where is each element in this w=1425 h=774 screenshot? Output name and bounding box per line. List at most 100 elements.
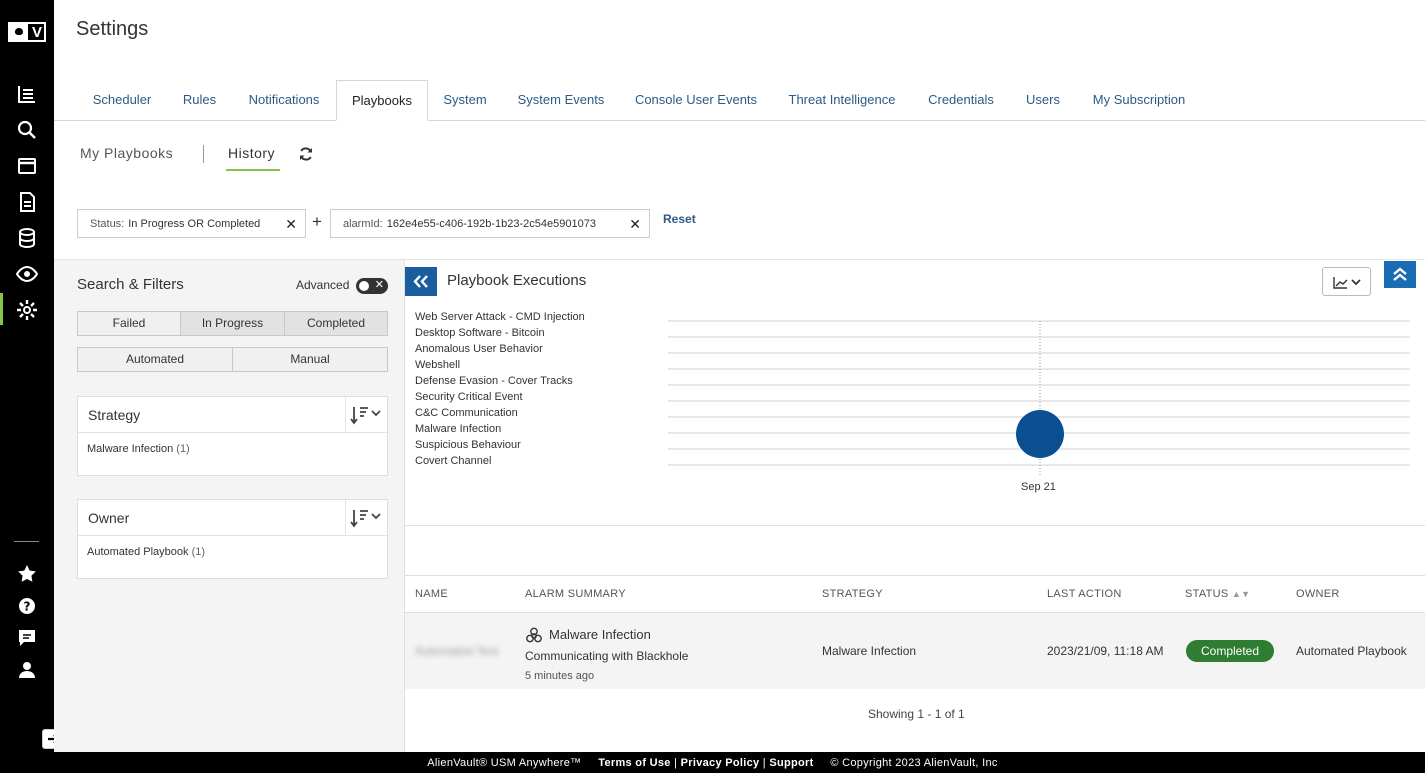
svg-text:?: ? [24,600,31,614]
remove-filter-icon[interactable]: ✕ [629,216,641,233]
tab-threat-intelligence[interactable]: Threat Intelligence [782,80,902,121]
filter-in-progress-button[interactable]: In Progress [180,311,285,336]
chart-plot [668,320,1410,475]
y-tick-label: Suspicious Behaviour [415,439,521,451]
owner-item[interactable]: Automated Playbook (1) [78,536,387,568]
window-icon[interactable] [15,154,39,178]
search-filters-title: Search & Filters [77,276,184,293]
status-badge: Completed [1186,640,1274,662]
tab-playbooks[interactable]: Playbooks [336,80,428,121]
tab-system-events[interactable]: System Events [512,80,610,121]
x-tick-label: Sep 21 [1021,481,1056,493]
subtab-history[interactable]: History [228,145,275,161]
filter-chip-status: Status: In Progress OR Completed ✕ [77,209,306,238]
table-header: NAME ALARM SUMMARY STRATEGY LAST ACTION … [405,575,1425,613]
owner-item-count: (1) [191,546,206,558]
star-icon[interactable] [15,562,39,586]
filter-failed-button[interactable]: Failed [77,311,181,336]
y-tick-label: Defense Evasion - Cover Tracks [415,375,573,387]
add-filter-button[interactable]: + [312,212,322,232]
owner-item-label: Automated Playbook [87,546,189,558]
alarm-subtitle: Communicating with Blackhole [525,649,689,663]
tab-notifications[interactable]: Notifications [240,80,328,121]
advanced-toggle[interactable] [356,278,388,294]
left-nav-rail: V ? [0,0,54,752]
sort-dropdown-icon[interactable] [345,397,387,433]
history-active-underline [226,169,280,171]
col-last-action[interactable]: LAST ACTION [1047,588,1122,600]
alarm-time: 5 minutes ago [525,670,595,682]
data-point[interactable] [1016,410,1064,458]
col-alarm-summary[interactable]: ALARM SUMMARY [525,588,626,600]
footer-sep: | [762,757,766,769]
filter-chip-alarmid: alarmId: 162e4e55-c406-192b-1b23-2c54e59… [330,209,650,238]
strategy-item-label: Malware Infection [87,443,174,455]
gear-icon[interactable] [15,298,39,322]
y-tick-label: Desktop Software - Bitcoin [415,327,545,339]
reset-link[interactable]: Reset [663,212,696,226]
chart-y-labels: Web Server Attack - CMD Injection Deskto… [415,309,585,469]
strategy-title: Strategy [88,407,141,423]
tab-credentials[interactable]: Credentials [922,80,1000,121]
alarm-title[interactable]: Malware Infection [549,627,651,642]
y-tick-label: Anomalous User Behavior [415,343,543,355]
chip-key: Status: [90,217,125,230]
footer-copyright: © Copyright 2023 AlienVault, Inc [830,757,998,769]
filter-manual-button[interactable]: Manual [232,347,388,372]
footer: AlienVault® USM Anywhere™ Terms of Use |… [0,752,1425,773]
divider [405,525,1425,526]
y-tick-label: Security Critical Event [415,391,523,403]
tab-system[interactable]: System [438,80,492,121]
row-owner: Automated Playbook [1296,644,1407,658]
settings-tabs: Scheduler Rules Notifications Playbooks … [54,80,1425,121]
row-last-action: 2023/21/09, 11:18 AM [1047,644,1164,658]
row-name[interactable]: Automated Test [415,644,498,658]
database-icon[interactable] [15,226,39,250]
sort-dropdown-icon[interactable] [345,500,387,536]
remove-filter-icon[interactable]: ✕ [285,216,297,233]
strategy-panel: Strategy Malware Infection (1) [77,396,388,476]
col-strategy[interactable]: STRATEGY [822,588,883,600]
tab-rules[interactable]: Rules [172,80,227,121]
chart-title: Playbook Executions [447,272,587,289]
advanced-label: Advanced [296,278,350,292]
owner-panel: Owner Automated Playbook (1) [77,499,388,579]
dashboard-icon[interactable] [15,82,39,106]
filter-automated-button[interactable]: Automated [77,347,233,372]
col-owner[interactable]: OWNER [1296,588,1340,600]
alienvault-logo[interactable]: V [8,22,46,42]
col-name[interactable]: NAME [415,588,448,600]
chart-type-dropdown[interactable] [1322,267,1371,296]
support-link[interactable]: Support [769,757,813,769]
strategy-item[interactable]: Malware Infection (1) [78,433,387,465]
privacy-link[interactable]: Privacy Policy [681,757,760,769]
search-icon[interactable] [15,118,39,142]
sort-icon: ▲▼ [1231,589,1251,599]
collapse-sidebar-button[interactable] [405,267,437,296]
logo-text: V [32,23,43,41]
user-icon[interactable] [15,658,39,682]
strategy-item-count: (1) [176,443,190,455]
chip-value: 162e4e55-c406-192b-1b23-2c54e5901073 [386,217,596,230]
alien-logo-icon [10,24,28,40]
tab-scheduler[interactable]: Scheduler [78,80,166,121]
refresh-icon[interactable] [298,146,314,162]
chat-icon[interactable] [15,626,39,650]
active-indicator [0,293,3,325]
footer-sep: | [674,757,678,769]
col-status[interactable]: STATUS ▲▼ [1185,588,1250,600]
help-icon[interactable]: ? [15,594,39,618]
document-icon[interactable] [15,190,39,214]
subtab-my-playbooks[interactable]: My Playbooks [80,145,173,161]
tab-users[interactable]: Users [1020,80,1066,121]
chip-value: In Progress OR Completed [128,217,261,230]
y-tick-label: Covert Channel [415,455,492,467]
eye-icon[interactable] [15,262,39,286]
filter-completed-button[interactable]: Completed [284,311,388,336]
owner-title: Owner [88,510,130,526]
row-strategy: Malware Infection [822,644,917,658]
tab-console-user-events[interactable]: Console User Events [630,80,762,121]
tab-my-subscription[interactable]: My Subscription [1086,80,1192,121]
scroll-top-button[interactable] [1384,261,1416,288]
terms-link[interactable]: Terms of Use [598,757,670,769]
